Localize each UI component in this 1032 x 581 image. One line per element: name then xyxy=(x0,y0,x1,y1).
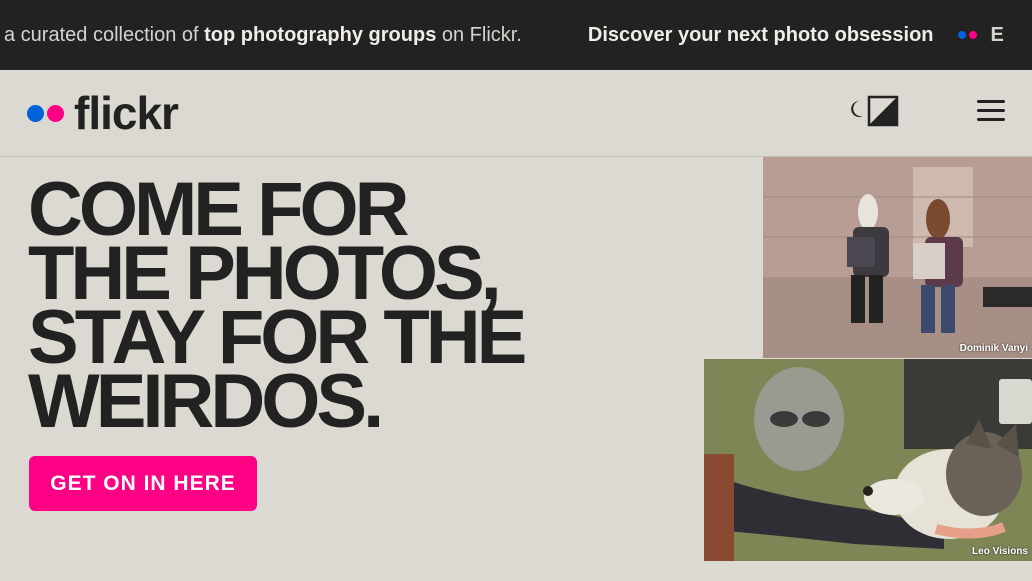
ticker-text-prefix: a curated collection of xyxy=(4,23,205,46)
announcement-ticker: a curated collection of top photography … xyxy=(0,0,1032,70)
hero-title-line-4: WEIRDOS. xyxy=(28,359,384,444)
site-header: flickr xyxy=(0,70,1032,157)
ticker-message-1: a curated collection of top photography … xyxy=(4,24,522,47)
flickr-dots-icon xyxy=(27,104,64,122)
flickr-logo[interactable]: flickr xyxy=(27,87,179,139)
hero-title: COME FOR THE PHOTOS, STAY FOR THE WEIRDO… xyxy=(28,172,648,444)
ticker-text-highlight: top photography groups xyxy=(204,23,437,46)
ticker-message-3: E xyxy=(990,23,1004,46)
logo-wordmark: flickr xyxy=(74,87,179,139)
photo-credit-1: Dominik Vanyi xyxy=(959,343,1028,354)
ticker-message-2: Discover your next photo obsession xyxy=(587,23,934,46)
theme-toggle-icon[interactable] xyxy=(849,95,901,127)
hamburger-menu-icon[interactable] xyxy=(977,100,1005,124)
get-on-in-here-button[interactable]: GET ON IN HERE xyxy=(29,456,257,511)
ticker-track: a curated collection of top photography … xyxy=(4,0,1004,70)
photo-alien-mask-dog[interactable]: Leo Visions xyxy=(704,359,1032,561)
photo-horse-masks[interactable]: Dominik Vanyi xyxy=(763,157,1032,358)
photo-credit-2: Leo Visions xyxy=(972,546,1028,557)
ticker-text-suffix: on Flickr. xyxy=(436,23,522,46)
ticker-flickr-dots-icon xyxy=(957,31,977,39)
